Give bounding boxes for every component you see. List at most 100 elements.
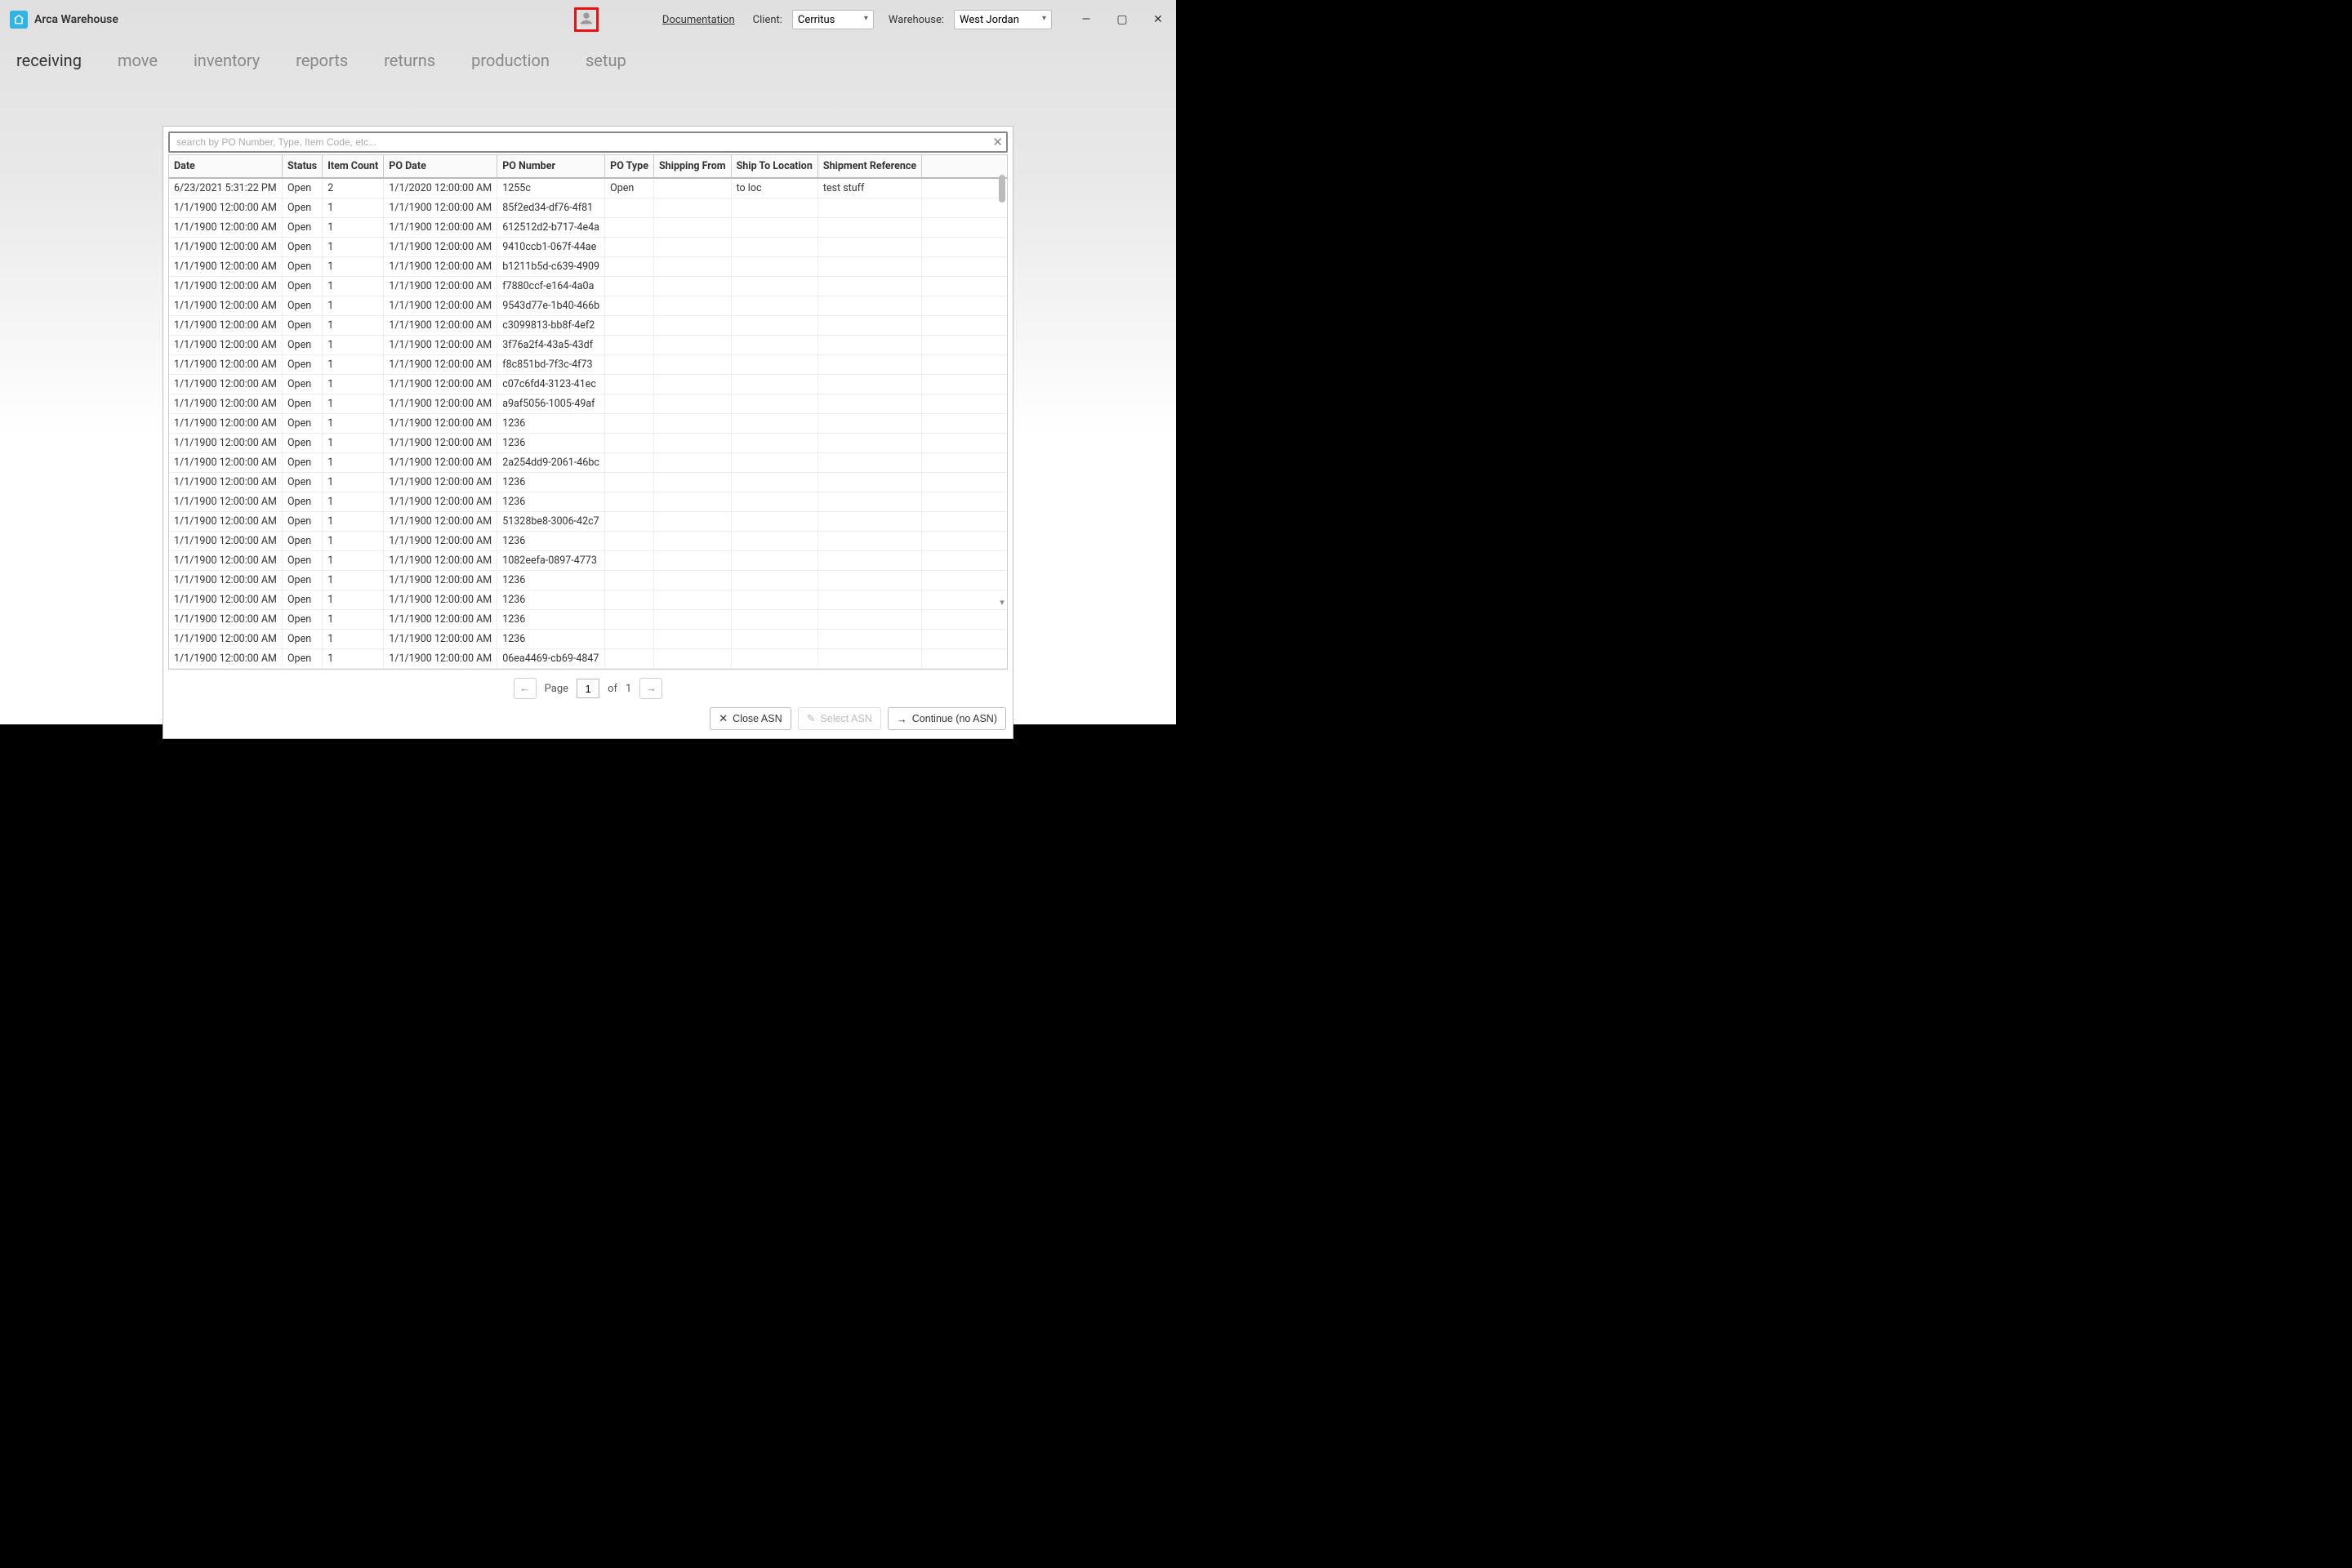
table-header-row: DateStatusItem CountPO DatePO NumberPO T… [169,155,1007,178]
column-header[interactable]: Ship To Location [731,155,817,178]
close-asn-button[interactable]: ✕ Close ASN [710,707,791,730]
maximize-button[interactable]: ▢ [1114,13,1130,26]
cell-podate: 1/1/1900 12:00:00 AM [384,492,497,512]
table-row[interactable]: 1/1/1900 12:00:00 AMOpen11/1/1900 12:00:… [169,316,1007,336]
cell-shipto [731,336,817,355]
continue-no-asn-button[interactable]: → Continue (no ASN) [888,707,1006,730]
nav-item-production[interactable]: production [471,51,550,70]
table-row[interactable]: 1/1/1900 12:00:00 AMOpen11/1/1900 12:00:… [169,473,1007,492]
table-row[interactable]: 1/1/1900 12:00:00 AMOpen11/1/1900 12:00:… [169,610,1007,630]
table-row[interactable]: 1/1/1900 12:00:00 AMOpen11/1/1900 12:00:… [169,277,1007,296]
table-row[interactable]: 1/1/1900 12:00:00 AMOpen11/1/1900 12:00:… [169,571,1007,590]
table-row[interactable]: 1/1/1900 12:00:00 AMOpen11/1/1900 12:00:… [169,198,1007,218]
nav-item-setup[interactable]: setup [586,51,626,70]
column-header[interactable]: Date [169,155,282,178]
cell-ponum: c07c6fd4-3123-41ec [497,375,605,394]
search-input[interactable] [170,133,1006,151]
column-header[interactable]: Shipment Reference [817,155,921,178]
cell-potype [605,551,654,571]
app-title: Arca Warehouse [34,13,118,26]
cell-shipref [817,610,921,630]
client-select[interactable]: Cerritus [792,10,874,29]
minimize-button[interactable]: — [1078,13,1094,26]
cell-status: Open [282,336,322,355]
table-row[interactable]: 1/1/1900 12:00:00 AMOpen11/1/1900 12:00:… [169,453,1007,473]
cell-shipref [817,649,921,669]
cell-ponum: 9410ccb1-067f-44ae [497,238,605,257]
column-header[interactable]: Item Count [323,155,384,178]
cell-shipto [731,453,817,473]
cell-count: 1 [323,355,384,375]
select-asn-button[interactable]: ✎ Select ASN [798,707,881,730]
cell-spacer [922,414,1007,434]
table-row[interactable]: 1/1/1900 12:00:00 AMOpen11/1/1900 12:00:… [169,336,1007,355]
cell-podate: 1/1/1900 12:00:00 AM [384,610,497,630]
table-row[interactable]: 1/1/1900 12:00:00 AMOpen11/1/1900 12:00:… [169,414,1007,434]
search-wrap: ✕ [168,131,1008,153]
table-row[interactable]: 1/1/1900 12:00:00 AMOpen11/1/1900 12:00:… [169,296,1007,316]
close-window-button[interactable]: ✕ [1150,13,1166,26]
cell-date: 1/1/1900 12:00:00 AM [169,336,282,355]
table-row[interactable]: 1/1/1900 12:00:00 AMOpen11/1/1900 12:00:… [169,218,1007,238]
cell-potype [605,630,654,649]
column-header[interactable]: PO Date [384,155,497,178]
table-row[interactable]: 1/1/1900 12:00:00 AMOpen11/1/1900 12:00:… [169,649,1007,669]
cell-podate: 1/1/1900 12:00:00 AM [384,434,497,453]
cell-podate: 1/1/1900 12:00:00 AM [384,649,497,669]
nav-item-returns[interactable]: returns [384,51,435,70]
column-header[interactable]: Status [282,155,322,178]
cell-shipref [817,394,921,414]
table-row[interactable]: 1/1/1900 12:00:00 AMOpen11/1/1900 12:00:… [169,355,1007,375]
nav-item-reports[interactable]: reports [296,51,348,70]
table-row[interactable]: 1/1/1900 12:00:00 AMOpen11/1/1900 12:00:… [169,434,1007,453]
user-avatar-highlight[interactable] [574,7,599,32]
scroll-down-icon[interactable]: ▾ [998,597,1006,608]
page-next-button[interactable]: → [639,678,662,699]
cell-ponum: c3099813-bb8f-4ef2 [497,316,605,336]
nav-item-move[interactable]: move [118,51,158,70]
column-header[interactable]: Shipping From [653,155,731,178]
table-row[interactable]: 1/1/1900 12:00:00 AMOpen11/1/1900 12:00:… [169,375,1007,394]
cell-shipfrom [653,590,731,610]
cell-shipref [817,532,921,551]
cell-podate: 1/1/1900 12:00:00 AM [384,336,497,355]
table-row[interactable]: 1/1/1900 12:00:00 AMOpen11/1/1900 12:00:… [169,532,1007,551]
table-row[interactable]: 1/1/1900 12:00:00 AMOpen11/1/1900 12:00:… [169,257,1007,277]
scrollbar-thumb[interactable] [999,175,1005,203]
cell-shipfrom [653,178,731,198]
vscrollbar[interactable]: ▾ [998,175,1006,608]
nav-item-inventory[interactable]: inventory [194,51,260,70]
arrow-right-icon: → [897,713,907,725]
nav-item-receiving[interactable]: receiving [16,51,82,70]
page-input[interactable] [577,679,599,698]
column-header[interactable]: PO Number [497,155,605,178]
cell-shipfrom [653,473,731,492]
warehouse-select[interactable]: West Jordan [954,10,1052,29]
cell-status: Open [282,610,322,630]
cell-potype [605,218,654,238]
table-row[interactable]: 1/1/1900 12:00:00 AMOpen11/1/1900 12:00:… [169,630,1007,649]
clear-search-icon[interactable]: ✕ [992,135,1003,149]
cell-status: Open [282,257,322,277]
table-row[interactable]: 1/1/1900 12:00:00 AMOpen11/1/1900 12:00:… [169,590,1007,610]
close-asn-label: Close ASN [733,713,782,724]
table-row[interactable]: 6/23/2021 5:31:22 PMOpen21/1/2020 12:00:… [169,178,1007,198]
column-header[interactable]: PO Type [605,155,654,178]
cell-status: Open [282,473,322,492]
cell-potype [605,571,654,590]
column-header-spacer [922,155,1007,178]
table-row[interactable]: 1/1/1900 12:00:00 AMOpen11/1/1900 12:00:… [169,238,1007,257]
cell-podate: 1/1/1900 12:00:00 AM [384,571,497,590]
cell-podate: 1/1/1900 12:00:00 AM [384,296,497,316]
receiving-panel: ✕ DateStatusItem CountPO DatePO NumberPO… [163,126,1013,739]
table-row[interactable]: 1/1/1900 12:00:00 AMOpen11/1/1900 12:00:… [169,492,1007,512]
page-prev-button[interactable]: ← [514,678,537,699]
cell-date: 1/1/1900 12:00:00 AM [169,453,282,473]
table-row[interactable]: 1/1/1900 12:00:00 AMOpen11/1/1900 12:00:… [169,551,1007,571]
cell-shipref [817,218,921,238]
table-row[interactable]: 1/1/1900 12:00:00 AMOpen11/1/1900 12:00:… [169,512,1007,532]
cell-date: 1/1/1900 12:00:00 AM [169,394,282,414]
documentation-link[interactable]: Documentation [662,14,735,26]
table-row[interactable]: 1/1/1900 12:00:00 AMOpen11/1/1900 12:00:… [169,394,1007,414]
warehouse-select-value: West Jordan [960,14,1019,26]
